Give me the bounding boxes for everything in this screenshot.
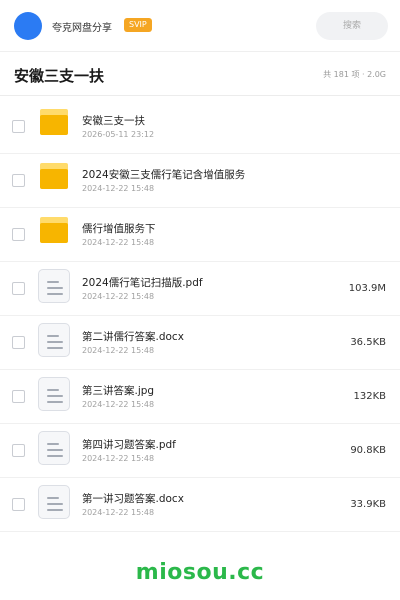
file-size: 36.5KB: [350, 337, 386, 348]
file-size: 90.8KB: [350, 445, 386, 456]
list-item[interactable]: 安徽三支一扶 2026-05-11 23:12: [0, 100, 400, 154]
file-date: 2024-12-22 15:48: [82, 508, 155, 517]
file-name: 第四讲习题答案.pdf: [82, 439, 176, 451]
document-icon: [38, 269, 70, 303]
checkbox[interactable]: [12, 174, 25, 187]
checkbox[interactable]: [12, 390, 25, 403]
checkbox[interactable]: [12, 228, 25, 241]
checkbox[interactable]: [12, 336, 25, 349]
page-title: 安徽三支一扶: [14, 67, 105, 85]
avatar[interactable]: [14, 12, 42, 40]
search-input[interactable]: 搜索: [316, 12, 388, 40]
list-item[interactable]: 儒行增值服务下 2024-12-22 15:48: [0, 208, 400, 262]
top-bar: 夸克网盘分享 SVIP 搜索: [0, 0, 400, 52]
checkbox[interactable]: [12, 282, 25, 295]
checkbox[interactable]: [12, 498, 25, 511]
file-date: 2024-12-22 15:48: [82, 238, 155, 247]
file-size: 103.9M: [348, 283, 386, 294]
file-name: 第二讲儒行答案.docx: [82, 331, 184, 343]
watermark: miosou.cc: [135, 560, 265, 585]
checkbox[interactable]: [12, 444, 25, 457]
share-label: 夸克网盘分享: [52, 23, 112, 34]
document-icon: [38, 323, 70, 357]
file-date: 2024-12-22 15:48: [82, 346, 155, 355]
list-item[interactable]: 第三讲答案.jpg 2024-12-22 15:48 132KB: [0, 370, 400, 424]
list-item[interactable]: 第四讲习题答案.pdf 2024-12-22 15:48 90.8KB: [0, 424, 400, 478]
file-date: 2024-12-22 15:48: [82, 400, 155, 409]
file-date: 2026-05-11 23:12: [82, 130, 155, 139]
file-date: 2024-12-22 15:48: [82, 454, 155, 463]
list-item[interactable]: 2024儒行笔记扫描版.pdf 2024-12-22 15:48 103.9M: [0, 262, 400, 316]
document-icon: [38, 485, 70, 519]
document-icon: [38, 431, 70, 465]
svip-badge: SVIP: [124, 18, 152, 32]
checkbox[interactable]: [12, 120, 25, 133]
file-name: 第三讲答案.jpg: [82, 385, 155, 397]
folder-icon: [38, 163, 70, 195]
folder-meta: 共 181 项 · 2.0G: [323, 70, 386, 79]
file-size: 33.9KB: [350, 499, 386, 510]
file-date: 2024-12-22 15:48: [82, 292, 155, 301]
file-list: 安徽三支一扶 2026-05-11 23:12 2024安徽三支儒行笔记含增值服…: [0, 100, 400, 532]
file-size: 132KB: [353, 391, 386, 402]
document-icon: [38, 377, 70, 411]
file-name: 2024儒行笔记扫描版.pdf: [82, 277, 203, 289]
file-name: 第一讲习题答案.docx: [82, 493, 184, 505]
file-name: 儒行增值服务下: [82, 223, 156, 235]
folder-header: 安徽三支一扶 共 181 项 · 2.0G: [0, 52, 400, 96]
list-item[interactable]: 2024安徽三支儒行笔记含增值服务 2024-12-22 15:48: [0, 154, 400, 208]
file-name: 2024安徽三支儒行笔记含增值服务: [82, 169, 246, 181]
list-item[interactable]: 第二讲儒行答案.docx 2024-12-22 15:48 36.5KB: [0, 316, 400, 370]
file-name: 安徽三支一扶: [82, 115, 145, 127]
file-date: 2024-12-22 15:48: [82, 184, 155, 193]
folder-icon: [38, 109, 70, 141]
folder-icon: [38, 217, 70, 249]
list-item[interactable]: 第一讲习题答案.docx 2024-12-22 15:48 33.9KB: [0, 478, 400, 532]
